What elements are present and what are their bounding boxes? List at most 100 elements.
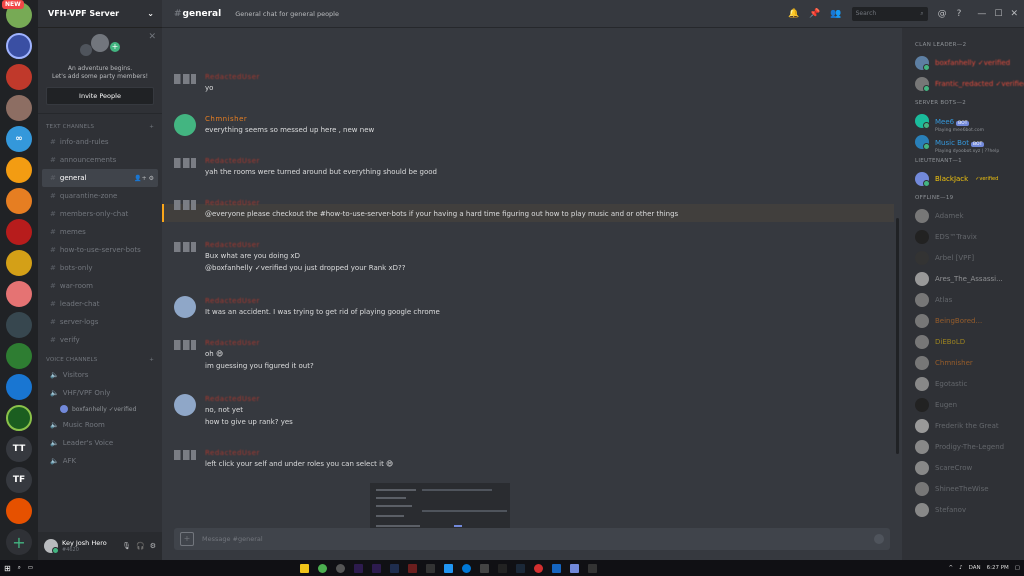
server-header[interactable]: VFH-VPF Server ⌄	[38, 0, 162, 28]
message-author[interactable]: RedactedUser	[205, 198, 678, 208]
avatar[interactable]	[174, 158, 196, 168]
app-icon[interactable]	[480, 563, 489, 573]
member-item[interactable]: Atlas	[902, 289, 1024, 310]
message-author[interactable]: RedactedUser	[205, 296, 440, 306]
voice-user[interactable]: boxfanhelly ✓verified	[38, 402, 162, 416]
avatar[interactable]	[174, 242, 196, 252]
member-item[interactable]: boxfanhelly ✓verified	[902, 52, 1024, 73]
bell-icon[interactable]: 🔔	[788, 9, 799, 19]
server-icon[interactable]	[6, 374, 32, 400]
pin-icon[interactable]: 📌	[809, 9, 820, 19]
message-author[interactable]: RedactedUser	[205, 394, 293, 404]
server-icon[interactable]	[6, 343, 32, 369]
voice-channels-category[interactable]: VOICE CHANNELS +	[38, 357, 162, 363]
plus-icon[interactable]: +	[149, 124, 154, 130]
server-icon[interactable]	[6, 405, 32, 431]
server-icon[interactable]	[6, 95, 32, 121]
channel-info-and-rules[interactable]: # info-and-rules	[42, 133, 158, 151]
chrome-icon[interactable]	[318, 563, 327, 573]
server-icon[interactable]	[6, 157, 32, 183]
app-icon[interactable]	[444, 563, 453, 573]
server-icon[interactable]	[6, 219, 32, 245]
member-item[interactable]: ScareCrow	[902, 457, 1024, 478]
message-author[interactable]: RedactedUser	[205, 338, 314, 348]
channel-memes[interactable]: # memes	[42, 223, 158, 241]
app-icon[interactable]	[426, 563, 435, 573]
mention-icon[interactable]: @	[938, 9, 947, 19]
member-item[interactable]: Mee6 BOT Playing mee6bot.com	[902, 110, 1024, 133]
member-item[interactable]: Prodigy-The-Legend	[902, 436, 1024, 457]
add-server-button[interactable]: +	[6, 529, 32, 555]
headphones-icon[interactable]: 🎧	[136, 542, 145, 550]
app-icon[interactable]	[336, 563, 345, 573]
app-icon[interactable]	[534, 563, 543, 573]
minimize-icon[interactable]: —	[977, 9, 986, 19]
microphone-icon[interactable]: 🎙	[122, 542, 131, 550]
emoji-icon[interactable]	[874, 534, 884, 544]
member-item[interactable]: Ares_The_Assassi...	[902, 268, 1024, 289]
avatar[interactable]	[174, 394, 196, 416]
app-icon[interactable]	[588, 563, 597, 573]
edge-icon[interactable]	[462, 563, 471, 573]
channel-verify[interactable]: # verify	[42, 331, 158, 349]
discord-icon[interactable]	[570, 563, 579, 573]
server-icon-tt[interactable]: TT	[6, 436, 32, 462]
message-author[interactable]: RedactedUser	[205, 448, 393, 458]
server-icon[interactable]	[6, 281, 32, 307]
chevron-up-icon[interactable]: ^	[948, 565, 953, 571]
clock[interactable]: 6:27 PM	[987, 565, 1009, 571]
server-icon[interactable]	[6, 250, 32, 276]
gear-icon[interactable]: ⚙	[150, 542, 156, 550]
message-author[interactable]: Chmnisher	[205, 114, 374, 124]
invite-settings-icons[interactable]: 👤+ ⚙	[134, 175, 154, 182]
members-icon[interactable]: 👥	[830, 9, 841, 19]
member-item[interactable]: BeingBored...	[902, 310, 1024, 331]
message-author[interactable]: RedactedUser	[205, 156, 437, 166]
app-icon[interactable]	[372, 563, 381, 573]
channel-bots-only[interactable]: # bots-only	[42, 259, 158, 277]
invite-people-button[interactable]: Invite People	[46, 87, 154, 105]
app-icon[interactable]	[390, 563, 399, 573]
language-indicator[interactable]: DAN	[969, 565, 981, 571]
member-item[interactable]: Frantic_redacted ✓verified	[902, 73, 1024, 94]
server-icon[interactable]	[6, 312, 32, 338]
channel-general[interactable]: # general 👤+ ⚙	[42, 169, 158, 187]
explorer-icon[interactable]	[300, 563, 309, 573]
notification-icon[interactable]: ▢	[1015, 565, 1020, 571]
text-channels-category[interactable]: TEXT CHANNELS +	[38, 124, 162, 130]
avatar[interactable]	[174, 450, 196, 460]
message-author[interactable]: RedactedUser	[205, 240, 405, 250]
app-icon[interactable]	[408, 563, 417, 573]
channel-how-to-use-server-bots[interactable]: # how-to-use-server-bots	[42, 241, 158, 259]
member-item[interactable]: Adamek	[902, 205, 1024, 226]
server-icon[interactable]	[6, 498, 32, 524]
channel-leader-chat[interactable]: # leader-chat	[42, 295, 158, 313]
search-input[interactable]: Search ⌕	[851, 6, 928, 21]
scrollbar[interactable]	[896, 218, 899, 454]
avatar[interactable]	[174, 296, 196, 318]
channel-quarantine-zone[interactable]: # quarantine-zone	[42, 187, 158, 205]
message-input[interactable]: + Message #general	[174, 528, 890, 550]
avatar[interactable]	[174, 340, 196, 350]
channel-announcements[interactable]: # announcements	[42, 151, 158, 169]
avatar[interactable]	[174, 114, 196, 136]
channel-members-only-chat[interactable]: # members-only-chat	[42, 205, 158, 223]
channel-war-room[interactable]: # war-room	[42, 277, 158, 295]
maximize-icon[interactable]: ☐	[994, 9, 1002, 19]
member-item[interactable]: Frederik the Great	[902, 415, 1024, 436]
close-icon[interactable]: ✕	[148, 32, 156, 42]
voice-channel[interactable]: 🔈 VHF/VPF Only	[42, 384, 158, 402]
channel-server-logs[interactable]: # server-logs	[42, 313, 158, 331]
server-icon[interactable]	[6, 33, 32, 59]
member-item[interactable]: DiEBoLD	[902, 331, 1024, 352]
voice-channel[interactable]: 🔈 Visitors	[42, 366, 158, 384]
close-icon[interactable]: ✕	[1010, 9, 1018, 19]
member-item[interactable]: Music Bot BOT Playing dyoobot.xyz | ??hel…	[902, 131, 1024, 154]
member-item[interactable]: ShineeTheWise	[902, 478, 1024, 499]
server-icon[interactable]: ∞	[6, 126, 32, 152]
member-item[interactable]: Chmnisher	[902, 352, 1024, 373]
app-icon[interactable]	[498, 563, 507, 573]
help-icon[interactable]: ?	[957, 9, 962, 19]
member-item[interactable]: EDS™Travix	[902, 226, 1024, 247]
premiere-icon[interactable]	[354, 563, 363, 573]
